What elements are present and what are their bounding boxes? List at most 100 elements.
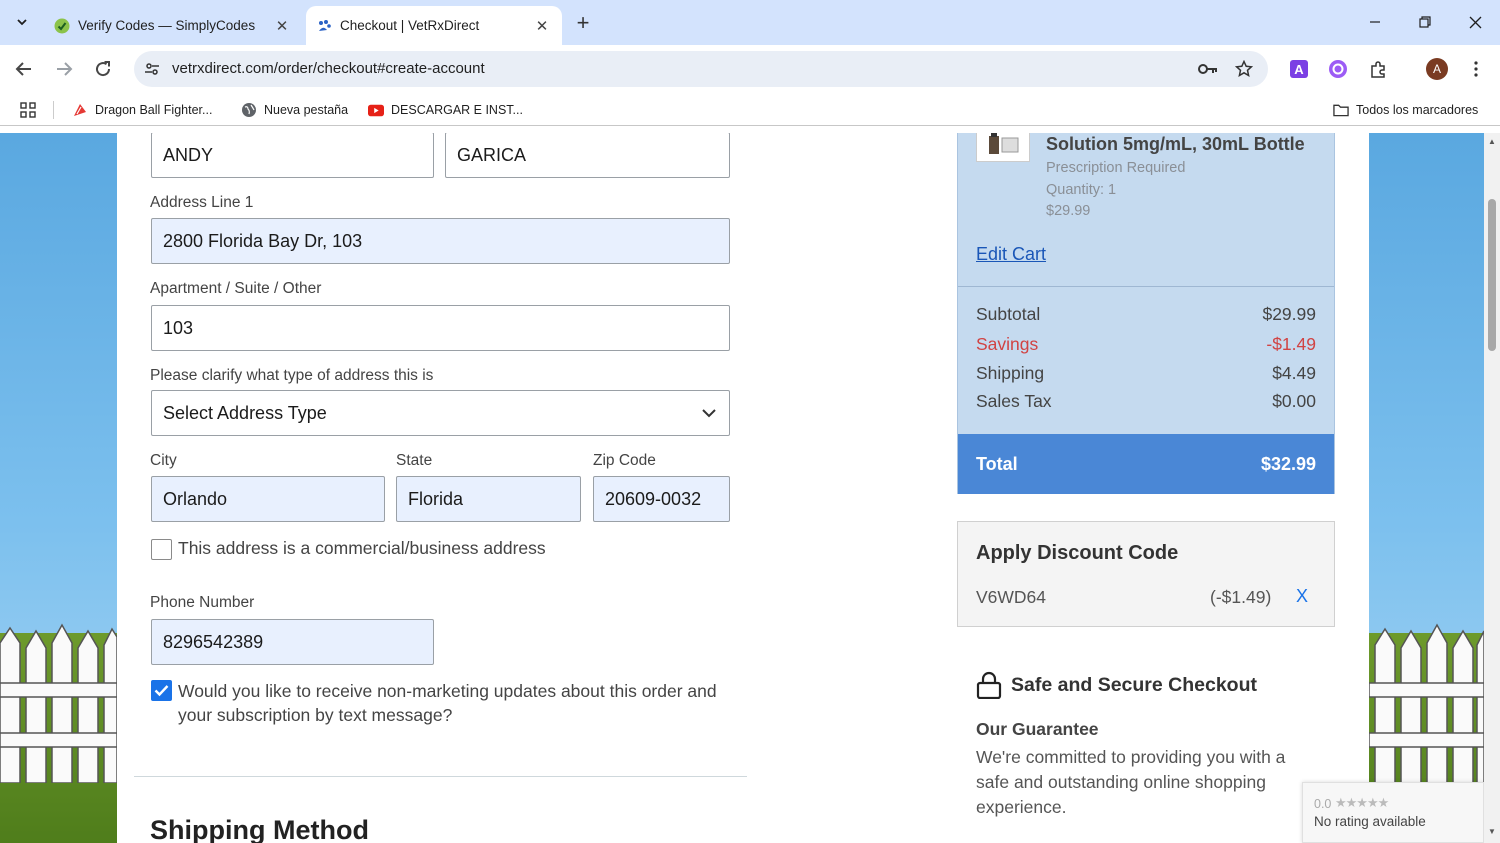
- simplycodes-favicon-icon: [54, 18, 70, 34]
- bookmarks-divider: [53, 101, 54, 119]
- bookmark-nueva-pestana[interactable]: Nueva pestaña: [241, 100, 348, 120]
- commercial-address-checkbox[interactable]: [151, 539, 172, 560]
- reload-icon[interactable]: [89, 55, 117, 83]
- discount-code: V6WD64: [976, 587, 1047, 607]
- state-label: State: [396, 452, 433, 469]
- all-bookmarks[interactable]: Todos los marcadores: [1333, 100, 1478, 120]
- apps-grid-icon[interactable]: [20, 100, 36, 120]
- fence-right-decoration: [1369, 623, 1484, 783]
- tab-simplycodes[interactable]: Verify Codes — SimplyCodes ✕: [44, 6, 302, 45]
- tab-bar: Verify Codes — SimplyCodes ✕ Checkout | …: [0, 0, 1500, 45]
- page-scrollbar[interactable]: ▲ ▼: [1484, 133, 1500, 843]
- svg-text:A: A: [1294, 62, 1304, 77]
- bookmark-label: Nueva pestaña: [264, 103, 349, 117]
- remove-discount-button[interactable]: X: [1296, 586, 1308, 607]
- commercial-address-label: This address is a commercial/business ad…: [178, 538, 546, 558]
- checkmark-icon: [154, 685, 169, 697]
- total-label: Total: [976, 453, 1018, 474]
- tab-search-button[interactable]: [8, 8, 36, 36]
- dragon-ball-favicon-icon: [72, 102, 88, 118]
- sms-updates-label-line2: your subscription by text message?: [178, 705, 453, 725]
- city-label: City: [150, 452, 177, 469]
- discount-title: Apply Discount Code: [976, 542, 1179, 564]
- scrollbar-thumb[interactable]: [1488, 199, 1496, 351]
- zip-input[interactable]: 20609-0032: [593, 476, 730, 522]
- discount-panel: Apply Discount Code V6WD64 (-$1.49) X: [957, 521, 1335, 627]
- address1-label: Address Line 1: [150, 194, 254, 211]
- state-select[interactable]: Florida: [396, 476, 581, 522]
- extension-a-icon[interactable]: A: [1288, 58, 1310, 80]
- bookmark-label: DESCARGAR E INST...: [391, 103, 523, 117]
- address-bar[interactable]: vetrxdirect.com/order/checkout#create-ac…: [134, 51, 1268, 87]
- prescription-note: Prescription Required: [1046, 160, 1186, 176]
- close-tab-icon[interactable]: ✕: [532, 16, 552, 36]
- bookmark-label: Dragon Ball Fighter...: [95, 103, 213, 117]
- chevron-down-icon: [702, 409, 716, 418]
- first-name-input[interactable]: ANDY: [151, 133, 434, 178]
- scroll-down-icon[interactable]: ▼: [1487, 827, 1497, 836]
- lock-icon: [976, 671, 1002, 699]
- tab-vetrxdirect[interactable]: Checkout | VetRxDirect ✕: [306, 6, 562, 45]
- product-price: $29.99: [1046, 203, 1091, 219]
- product-name: Solution 5mg/mL, 30mL Bottle: [1046, 134, 1305, 154]
- product-thumbnail: [976, 133, 1030, 162]
- city-input[interactable]: Orlando: [151, 476, 385, 522]
- new-tab-button[interactable]: +: [570, 10, 596, 36]
- zip-label: Zip Code: [593, 452, 656, 469]
- bookmark-descargar[interactable]: DESCARGAR E INST...: [368, 100, 523, 120]
- tab-title: Verify Codes — SimplyCodes: [78, 18, 256, 33]
- restore-icon[interactable]: [1410, 8, 1440, 36]
- forward-icon[interactable]: [50, 55, 78, 83]
- scroll-up-icon[interactable]: ▲: [1487, 137, 1497, 146]
- rating-score: 0.0: [1314, 797, 1332, 811]
- checkout-main: ANDY GARICA Address Line 1 2800 Florida …: [117, 133, 1369, 843]
- folder-icon: [1333, 102, 1349, 118]
- fence-left-decoration: [0, 623, 117, 783]
- subtotal-row: Subtotal $29.99: [976, 304, 1316, 325]
- savings-label: Savings: [976, 334, 1039, 354]
- bookmarks-bar: Dragon Ball Fighter... Nueva pestaña DES…: [0, 93, 1500, 126]
- shipping-method-title: Shipping Method: [150, 815, 369, 843]
- tab-title: Checkout | VetRxDirect: [340, 18, 480, 33]
- subtotal-label: Subtotal: [976, 304, 1041, 324]
- profile-avatar[interactable]: A: [1426, 58, 1448, 80]
- url-text[interactable]: vetrxdirect.com/order/checkout#create-ac…: [172, 60, 485, 77]
- close-window-icon[interactable]: [1460, 8, 1490, 36]
- chevron-down-icon: [17, 19, 27, 26]
- site-settings-icon[interactable]: [142, 59, 162, 79]
- subtotal-value: $29.99: [1262, 304, 1316, 324]
- discount-amount: (-$1.49): [1210, 587, 1272, 607]
- shipping-label: Shipping: [976, 363, 1045, 383]
- extension-swirl-icon[interactable]: [1327, 58, 1349, 80]
- phone-input[interactable]: 8296542389: [151, 619, 434, 665]
- bookmark-dragon-ball[interactable]: Dragon Ball Fighter...: [72, 100, 212, 120]
- shipping-row: Shipping $4.49: [976, 363, 1316, 384]
- address-type-select[interactable]: Select Address Type: [151, 390, 730, 436]
- extensions-puzzle-icon[interactable]: [1367, 58, 1389, 80]
- sms-updates-checkbox[interactable]: [151, 680, 172, 701]
- back-icon[interactable]: [10, 55, 38, 83]
- bookmark-star-icon[interactable]: [1234, 59, 1254, 79]
- rating-badge[interactable]: 0.0 ★★★★★ No rating available: [1302, 782, 1484, 843]
- youtube-icon: [368, 102, 384, 118]
- address1-input[interactable]: 2800 Florida Bay Dr, 103: [151, 218, 730, 264]
- globe-icon: [241, 102, 257, 118]
- page-viewport: ANDY GARICA Address Line 1 2800 Florida …: [0, 133, 1484, 843]
- sales-tax-value: $0.00: [1272, 391, 1316, 411]
- apartment-label: Apartment / Suite / Other: [150, 280, 322, 297]
- savings-row: Savings -$1.49: [976, 334, 1316, 355]
- edit-cart-link[interactable]: Edit Cart: [976, 244, 1046, 265]
- sales-tax-row: Sales Tax $0.00: [976, 391, 1316, 412]
- section-divider: [134, 776, 747, 777]
- product-quantity: Quantity: 1: [1046, 182, 1117, 198]
- total-value: $32.99: [1260, 453, 1316, 474]
- rating-text: No rating available: [1314, 814, 1426, 829]
- menu-kebab-icon[interactable]: [1465, 58, 1487, 80]
- close-tab-icon[interactable]: ✕: [272, 16, 292, 36]
- sms-updates-label-line1: Would you like to receive non-marketing …: [178, 681, 717, 701]
- address-type-value: Select Address Type: [163, 402, 327, 423]
- last-name-input[interactable]: GARICA: [445, 133, 730, 178]
- apartment-input[interactable]: 103: [151, 305, 730, 351]
- password-key-icon[interactable]: [1198, 59, 1218, 79]
- minimize-icon[interactable]: [1360, 8, 1390, 36]
